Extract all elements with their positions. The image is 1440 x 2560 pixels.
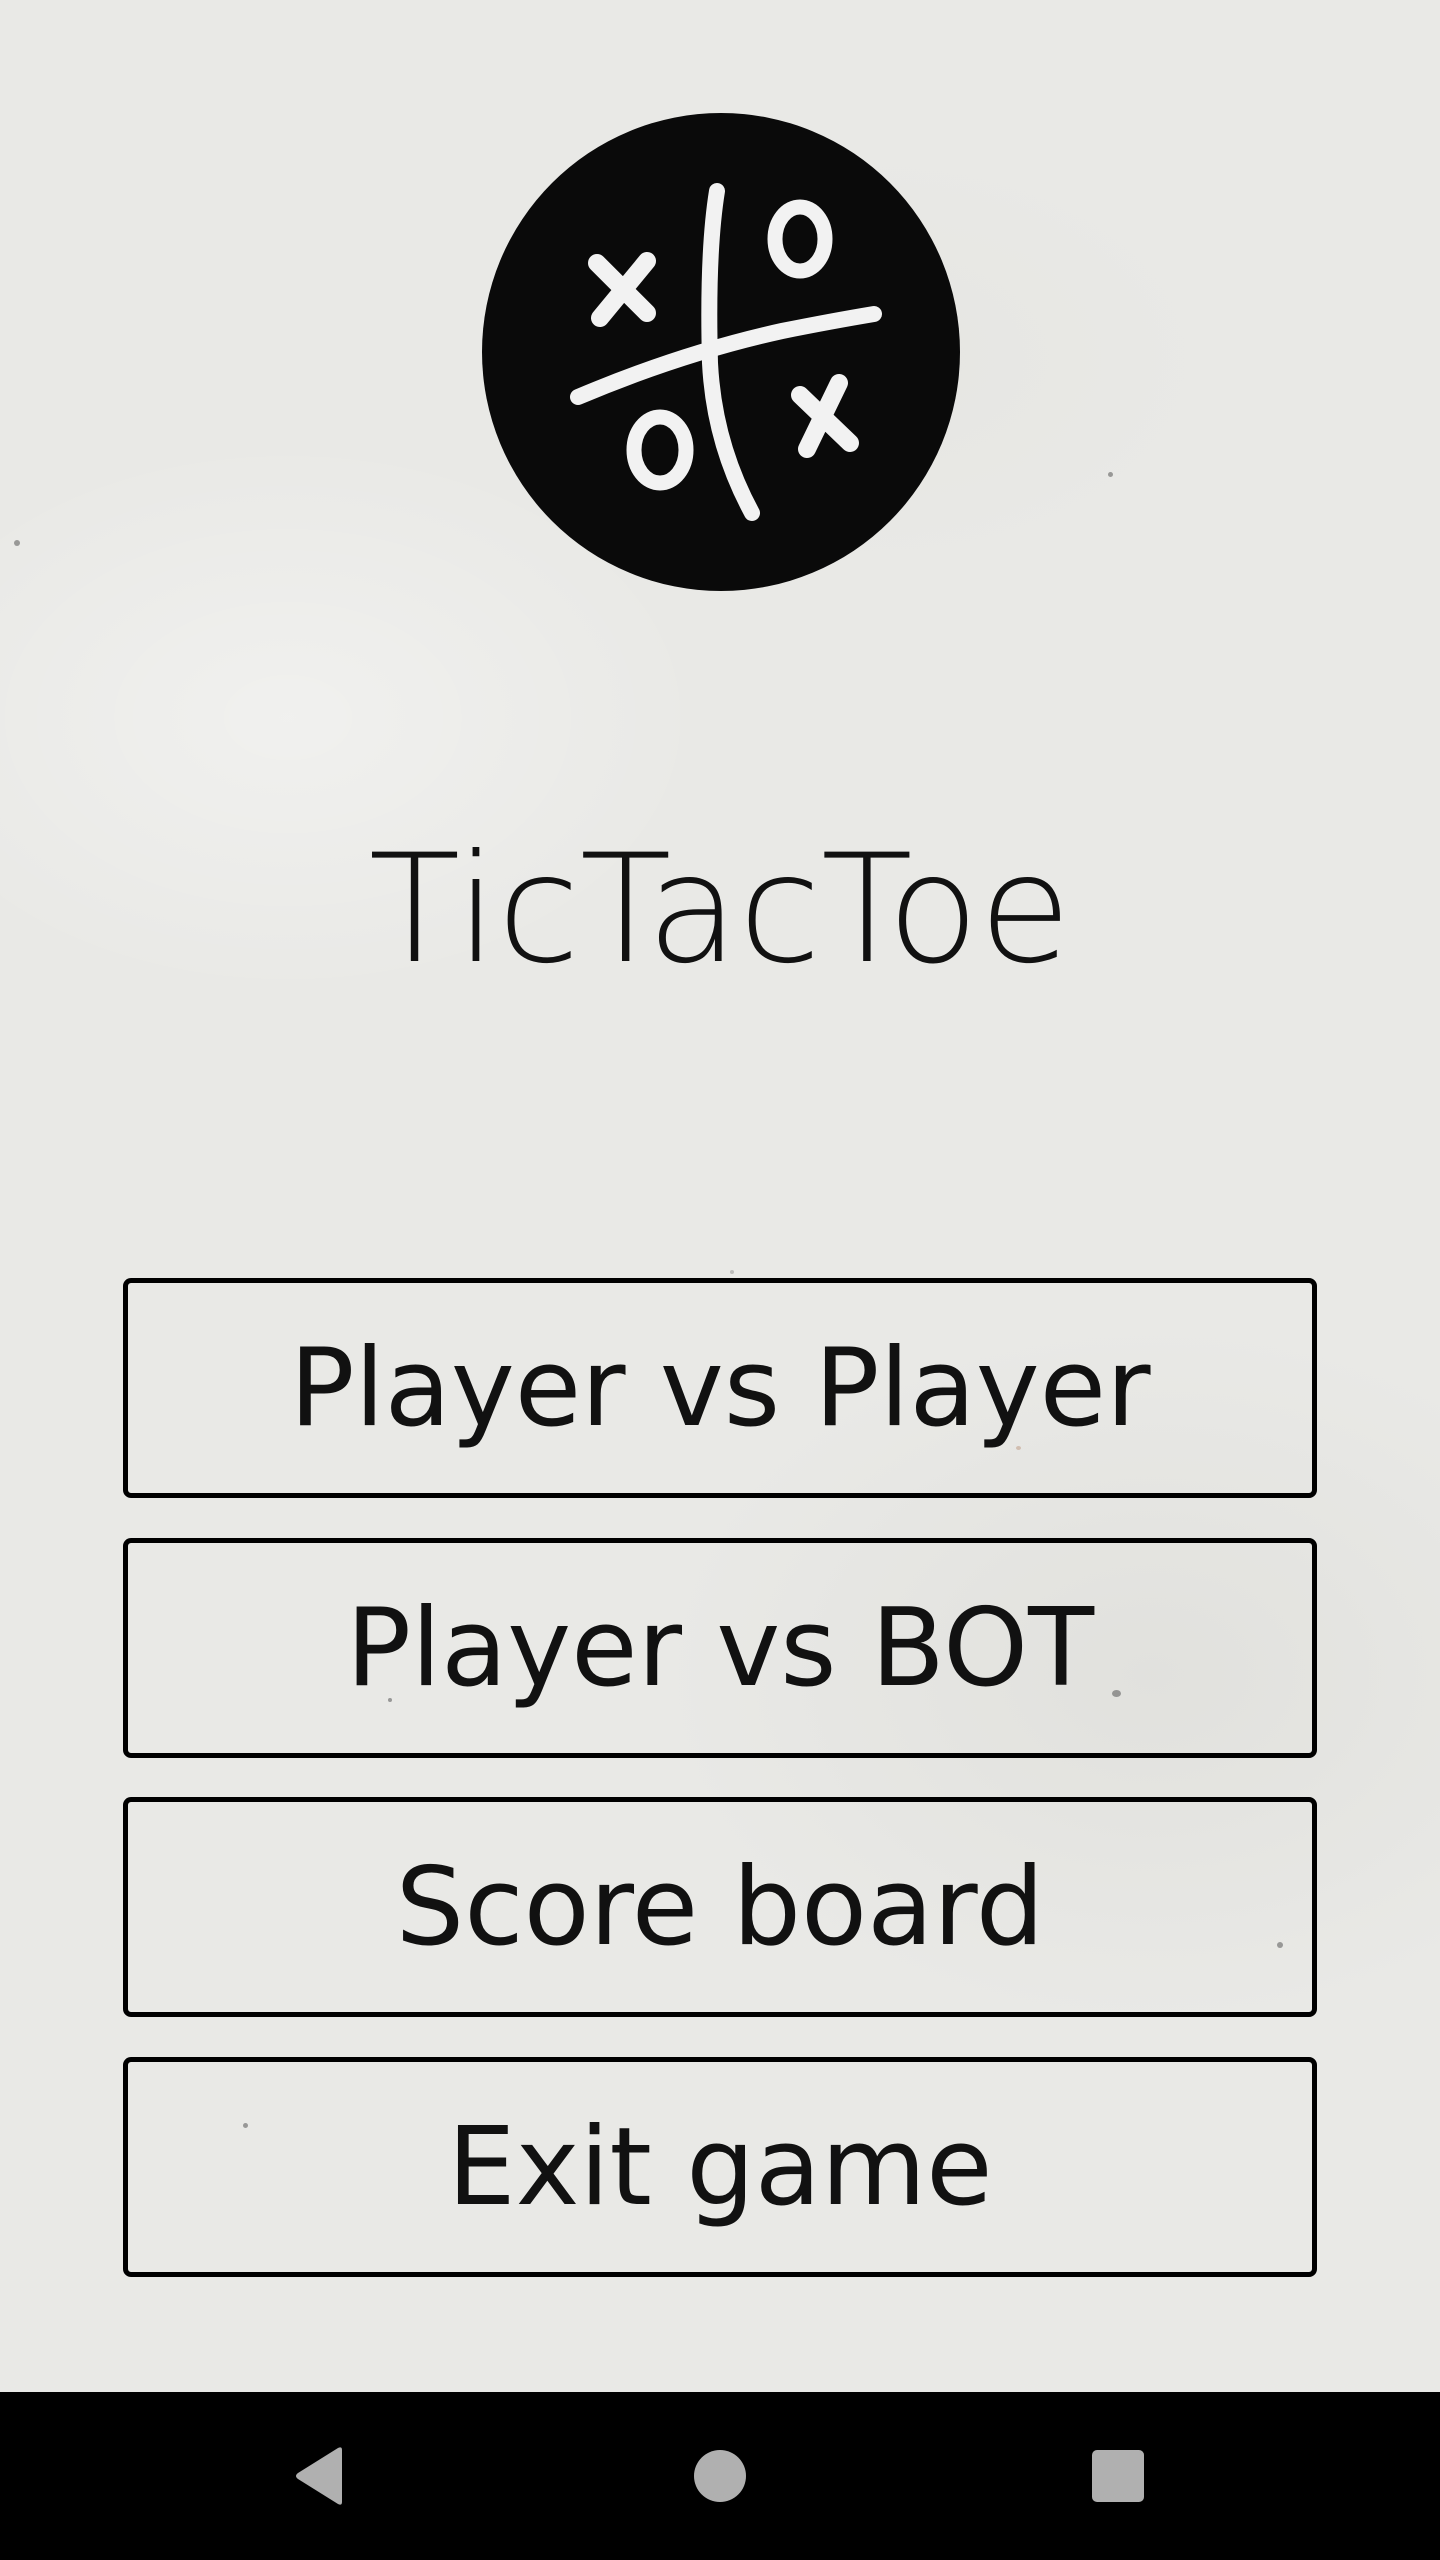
score-board-label: Score board xyxy=(395,1844,1045,1970)
paper-speck xyxy=(1108,472,1113,477)
system-navigation-bar xyxy=(0,2392,1440,2560)
home-circle-icon xyxy=(694,2450,746,2502)
app-screen: TicTacToe Player vs Player Player vs BOT… xyxy=(0,0,1440,2392)
exit-game-label: Exit game xyxy=(447,2104,993,2230)
player-vs-player-button[interactable]: Player vs Player xyxy=(123,1278,1317,1498)
player-vs-bot-button[interactable]: Player vs BOT xyxy=(123,1538,1317,1758)
exit-game-button[interactable]: Exit game xyxy=(123,2057,1317,2277)
player-vs-bot-label: Player vs BOT xyxy=(345,1585,1095,1711)
tic-tac-toe-logo-icon xyxy=(482,113,960,591)
paper-speck xyxy=(730,1270,734,1274)
app-title: TicTacToe xyxy=(368,823,1072,997)
recents-square-icon xyxy=(1092,2450,1144,2502)
back-triangle-icon xyxy=(296,2447,342,2505)
score-board-button[interactable]: Score board xyxy=(123,1797,1317,2017)
back-button[interactable] xyxy=(236,2392,404,2560)
paper-speck xyxy=(14,540,20,546)
home-button[interactable] xyxy=(636,2392,804,2560)
recents-button[interactable] xyxy=(1034,2392,1202,2560)
player-vs-player-label: Player vs Player xyxy=(289,1325,1151,1451)
